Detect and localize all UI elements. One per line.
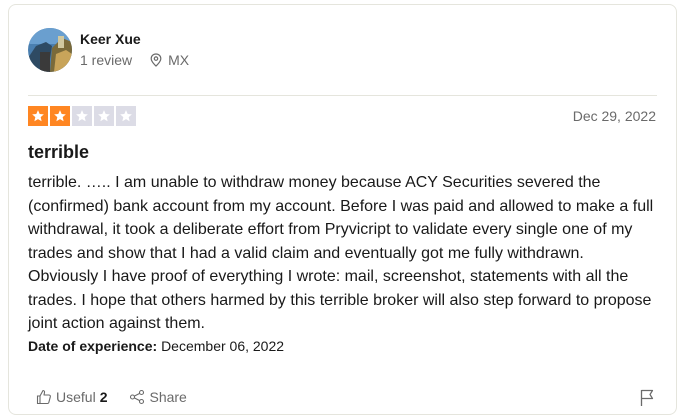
map-pin-icon [150,53,162,67]
share-button[interactable]: Share [129,389,187,405]
useful-label: Useful [56,389,96,405]
star-icon [54,110,66,122]
review-card: Keer Xue 1 review MX Dec 29, 2022 terrib… [8,4,677,415]
review-date: Dec 29, 2022 [572,108,656,124]
star-filled [50,106,70,126]
report-flag-button[interactable] [638,388,656,408]
thumbs-up-icon [36,389,51,405]
reviewer-meta: 1 review MX [80,52,189,68]
flag-icon [640,389,654,406]
star-empty [116,106,136,126]
star-icon [98,110,110,122]
avatar-image [28,28,72,72]
share-icon [130,389,145,405]
reviewer-location: MX [168,52,190,68]
review-body: terrible. ….. I am unable to withdraw mo… [28,174,654,332]
review-actions: Useful 2 Share [36,389,187,405]
star-empty [94,106,114,126]
review-title[interactable]: terrible [28,142,89,163]
star-rating [28,106,136,126]
star-icon [76,110,88,122]
star-icon [32,110,44,122]
divider [28,95,657,96]
useful-button[interactable]: Useful 2 [36,389,107,405]
star-icon [120,110,132,122]
review-count: 1 review [80,52,133,68]
experience-date: December 06, 2022 [161,338,285,354]
star-empty [72,106,92,126]
date-of-experience: Date of experience: December 06, 2022 [28,338,284,354]
star-filled [28,106,48,126]
share-label: Share [149,389,187,405]
experience-label: Date of experience: [28,338,158,354]
avatar[interactable] [28,28,72,72]
useful-count: 2 [99,389,108,405]
reviewer-name[interactable]: Keer Xue [80,31,141,47]
